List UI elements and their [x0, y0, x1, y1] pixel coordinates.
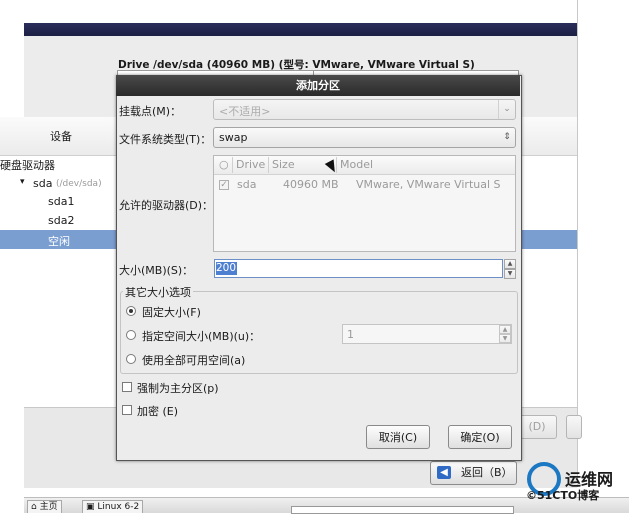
home-icon: ⌂ — [31, 502, 37, 512]
vm-icon: ▣ — [86, 502, 95, 512]
max-size-label[interactable]: 指定空间大小(MB)(u)： — [142, 328, 260, 344]
allowed-drives-label: 允许的驱动器(D)： — [119, 199, 214, 212]
status-area — [291, 506, 514, 514]
ghost-button-edge[interactable] — [566, 415, 582, 439]
primary-partition-checkbox[interactable] — [122, 382, 132, 392]
tree-item-sda-path: (/dev/sda) — [56, 179, 102, 189]
select-all-radio-icon: ○ — [219, 158, 229, 171]
column-model[interactable]: Model — [340, 158, 373, 171]
taskbar-item-vm-label: Linux 6-2 — [97, 502, 140, 512]
taskbar-item-vm[interactable]: ▣ Linux 6-2 — [82, 500, 144, 513]
fill-all-radio[interactable] — [126, 354, 136, 364]
encrypt-label[interactable]: 加密 (E) — [137, 403, 178, 419]
cancel-button[interactable]: 取消(C) — [366, 425, 430, 449]
max-size-value: 1 — [347, 328, 354, 341]
max-size-input[interactable]: 1 — [342, 324, 512, 344]
fs-type-value: swap — [219, 131, 248, 144]
back-button[interactable]: ◀ 返回（B） — [430, 461, 517, 485]
dialog-title: 添加分区 — [116, 75, 520, 96]
fs-type-combo[interactable]: swap ⇕ — [213, 127, 516, 148]
column-separator — [268, 157, 269, 173]
size-value-selected: 200 — [216, 262, 237, 275]
tree-item-sda2[interactable]: sda2 — [48, 214, 74, 227]
max-size-radio[interactable] — [126, 330, 136, 340]
fixed-size-label[interactable]: 固定大小(F) — [142, 304, 201, 320]
size-input[interactable] — [214, 259, 503, 278]
spin-down-icon[interactable]: ▼ — [499, 334, 511, 343]
tree-header-device[interactable]: 设备 — [50, 128, 72, 144]
watermark-line2: ©51CTO博客 — [526, 489, 600, 502]
column-size[interactable]: Size — [272, 158, 295, 171]
spin-up-icon[interactable]: ▲ — [499, 325, 511, 334]
spin-down-icon[interactable]: ▼ — [504, 269, 516, 279]
drive-row-name: sda — [237, 178, 257, 191]
mount-point-combo[interactable]: <不适用> ⌄ — [213, 99, 516, 120]
ghost-button[interactable]: (D) — [517, 415, 557, 439]
fs-type-label: 文件系统类型(T)： — [119, 133, 212, 146]
updown-icon: ⇕ — [503, 132, 511, 142]
drive-row-model: VMware, VMware Virtual S — [356, 178, 501, 191]
drive-row-size: 40960 MB — [283, 178, 339, 191]
column-drive[interactable]: Drive — [236, 158, 265, 171]
tree-item-sda[interactable]: sda — [33, 177, 52, 190]
tree-item-sda1[interactable]: sda1 — [48, 195, 74, 208]
spin-up-icon[interactable]: ▲ — [504, 259, 516, 269]
tree-item-hard-drives[interactable]: 硬盘驱动器 — [0, 157, 55, 173]
mount-point-label: 挂载点(M)： — [119, 105, 182, 118]
fixed-size-radio[interactable] — [126, 306, 136, 316]
taskbar-item-home-label: 主页 — [39, 502, 58, 512]
expander-icon[interactable]: ▾ — [20, 177, 25, 187]
size-label: 大小(MB)(S)： — [119, 264, 194, 277]
size-options-title: 其它大小选项 — [123, 284, 193, 300]
tree-item-free[interactable]: 空闲 — [48, 233, 70, 249]
taskbar-item-home[interactable]: ⌂ 主页 — [27, 500, 62, 513]
fill-all-label[interactable]: 使用全部可用空间(a) — [142, 352, 245, 368]
primary-partition-label[interactable]: 强制为主分区(p) — [137, 380, 219, 396]
column-separator — [232, 157, 233, 173]
back-button-label: 返回（B） — [461, 466, 513, 479]
installer-top-area — [24, 0, 577, 23]
encrypt-checkbox[interactable] — [122, 405, 132, 415]
drive-checkbox[interactable]: ✓ — [219, 180, 229, 190]
mount-point-value: <不适用> — [219, 105, 271, 118]
chevron-down-icon: ⌄ — [498, 100, 515, 119]
arrow-left-icon: ◀ — [437, 466, 451, 479]
ok-button[interactable]: 确定(O) — [448, 425, 512, 449]
installer-banner — [24, 23, 577, 36]
